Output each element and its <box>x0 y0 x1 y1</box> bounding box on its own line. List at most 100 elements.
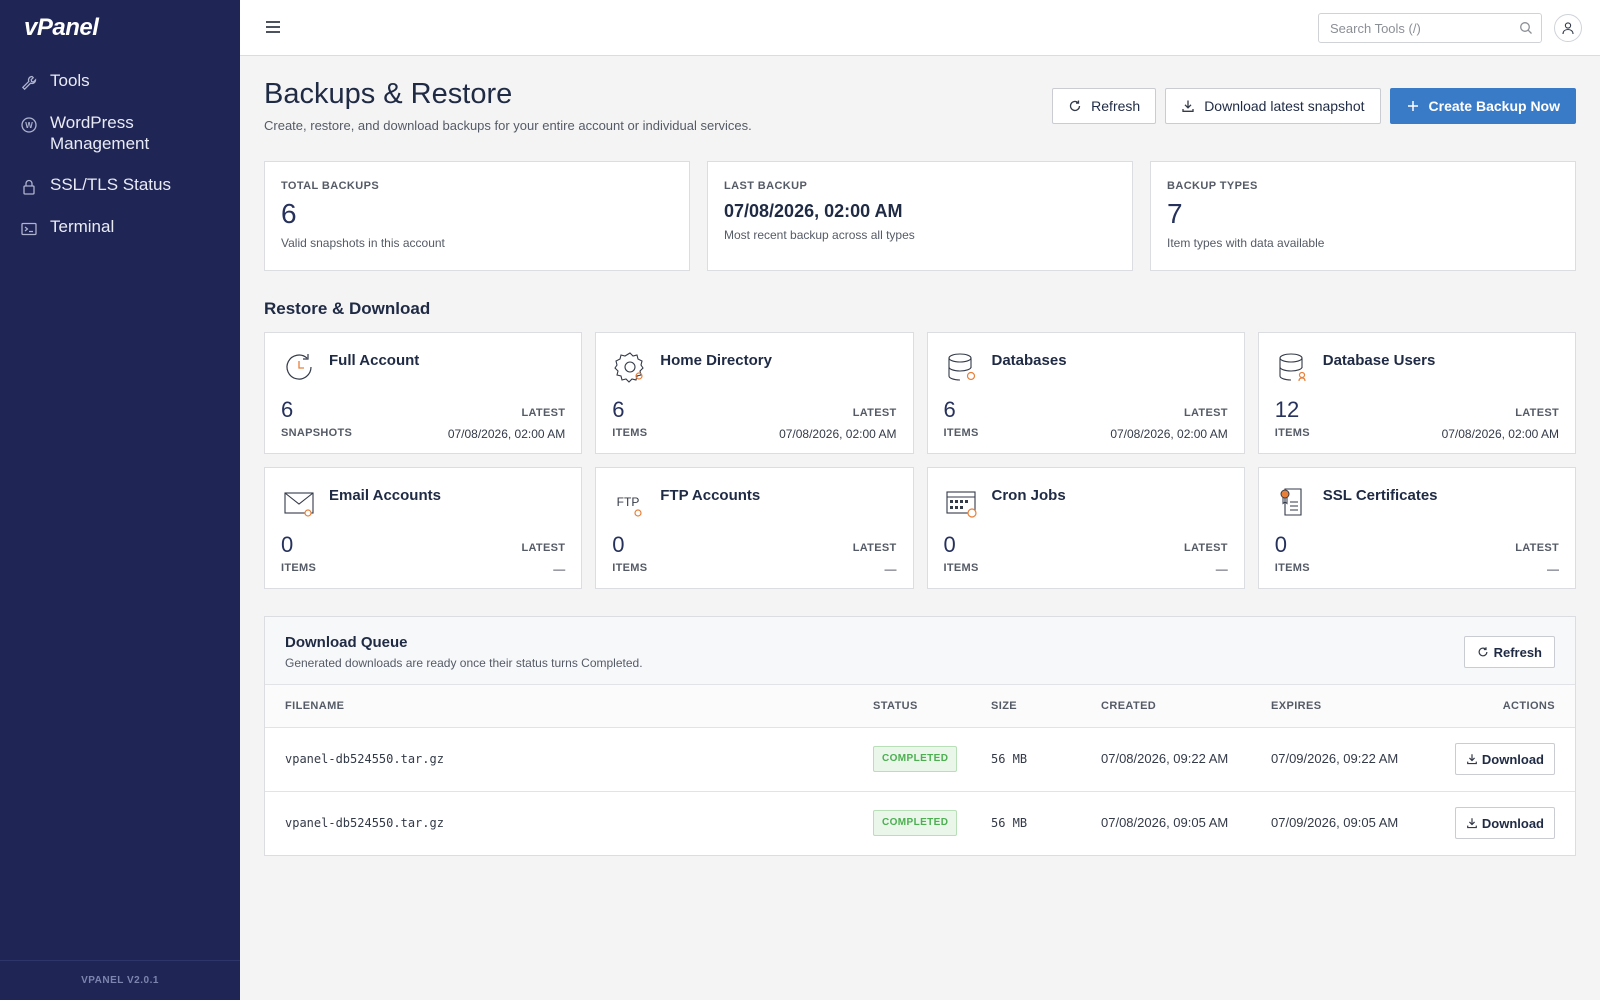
download-latest-snapshot-button[interactable]: Download latest snapshot <box>1165 88 1381 124</box>
restore-card-latest-label: LATEST <box>1183 407 1228 419</box>
stat-card-last-backup: LAST BACKUP 07/08/2026, 02:00 AM Most re… <box>707 161 1133 271</box>
restore-card-unit: ITEMS <box>943 427 979 439</box>
sidebar-item-terminal[interactable]: Terminal <box>0 210 240 244</box>
database-users-icon <box>1279 353 1306 382</box>
restore-card-ssl-certificates[interactable]: SSL Certificates 0 ITEMS LATEST — <box>1257 467 1576 589</box>
restore-card-home-directory[interactable]: Home Directory 6 ITEMS LATEST 07/08/2026… <box>595 332 914 454</box>
sidebar-item-label: Tools <box>50 71 90 90</box>
column-header-status[interactable]: STATUS <box>873 685 991 728</box>
column-header-created[interactable]: CREATED <box>1101 685 1271 728</box>
full-account-icon <box>286 354 312 380</box>
restore-card-unit: ITEMS <box>1274 562 1310 574</box>
download-queue-header: Download Queue Generated downloads are r… <box>265 617 1575 685</box>
search-icon[interactable] <box>1519 21 1533 35</box>
status-badge: COMPLETED <box>873 810 958 837</box>
restore-card-latest-label: LATEST <box>521 407 566 419</box>
sidebar-item-wordpress[interactable]: W WordPress Management <box>0 106 240 160</box>
restore-card-title: Home Directory <box>660 352 772 369</box>
app-version: VPANEL V2.0.1 <box>0 960 240 1000</box>
download-queue-title: Download Queue <box>285 634 408 651</box>
sidebar-item-label: SSL/TLS Status <box>50 175 171 194</box>
restore-card-latest-value: 07/08/2026, 02:00 AM <box>1110 427 1228 441</box>
restore-card-ftp-accounts[interactable]: FTP FTP Accounts 0 ITEMS LATEST — <box>595 467 914 589</box>
refresh-icon <box>1478 647 1488 657</box>
download-queue-subtitle: Generated downloads are ready once their… <box>285 656 643 670</box>
queue-refresh-button[interactable]: Refresh <box>1463 636 1555 668</box>
stat-description: Most recent backup across all types <box>724 228 915 242</box>
cell-size: 56 MB <box>991 816 1028 831</box>
restore-card-unit: SNAPSHOTS <box>281 427 353 439</box>
ftp-icon-text: FTP <box>617 495 640 509</box>
cell-created: 07/08/2026, 09:05 AM <box>1101 815 1229 831</box>
wordpress-icon: W <box>21 117 37 133</box>
download-button[interactable]: Download <box>1454 807 1555 840</box>
column-header-size[interactable]: SIZE <box>991 685 1101 728</box>
restore-card-count: 0 <box>281 532 294 557</box>
status-badge: COMPLETED <box>873 746 958 772</box>
column-header-expires[interactable]: EXPIRES <box>1271 685 1421 728</box>
restore-card-latest-label: LATEST <box>1515 542 1559 554</box>
table-row: vpanel-db524550.tar.gz COMPLETED 56 MB 0… <box>265 791 1575 855</box>
restore-card-latest-label: LATEST <box>521 542 566 554</box>
restore-card-count: 0 <box>1274 532 1287 557</box>
stat-label: LAST BACKUP <box>724 180 808 192</box>
download-button[interactable]: Download <box>1454 743 1555 775</box>
sidebar-item-ssl[interactable]: SSL/TLS Status <box>0 168 240 202</box>
user-avatar[interactable] <box>1554 14 1582 42</box>
wrench-icon <box>21 75 37 91</box>
restore-card-unit: ITEMS <box>943 562 979 574</box>
create-backup-button[interactable]: Create Backup Now <box>1389 88 1576 124</box>
stat-value: 7 <box>1167 198 1183 229</box>
cell-filename: vpanel-db524550.tar.gz <box>285 816 444 831</box>
download-queue-table: FILENAME STATUS SIZE CREATED EXPIRES ACT… <box>265 685 1575 855</box>
stat-value: 07/08/2026, 02:00 AM <box>724 201 903 221</box>
restore-grid: Full Account 6 SNAPSHOTS LATEST 07/08/20… <box>264 332 1576 589</box>
restore-card-count: 0 <box>943 532 956 557</box>
restore-card-full-account[interactable]: Full Account 6 SNAPSHOTS LATEST 07/08/20… <box>264 332 583 454</box>
search-input[interactable] <box>1319 14 1509 42</box>
cell-expires: 07/09/2026, 09:22 AM <box>1271 727 1421 792</box>
app-logo[interactable]: vPanel <box>24 14 99 42</box>
email-icon <box>284 492 314 517</box>
restore-card-database-users[interactable]: Database Users 12 ITEMS LATEST 07/08/202… <box>1257 332 1576 454</box>
download-icon <box>1467 754 1477 765</box>
refresh-label: Refresh <box>1091 98 1141 114</box>
restore-section-title: Restore & Download <box>264 299 431 318</box>
cell-size: 56 MB <box>991 727 1101 792</box>
cell-expires: 07/09/2026, 09:05 AM <box>1271 815 1399 831</box>
ftp-icon: FTP <box>617 495 642 517</box>
sidebar-item-label: WordPress Management <box>50 113 150 153</box>
restore-card-count: 0 <box>612 532 625 557</box>
restore-card-latest-value: — <box>884 562 897 576</box>
page-title: Backups & Restore <box>264 78 513 110</box>
stat-value: 6 <box>281 198 297 229</box>
search-box <box>1318 13 1542 43</box>
restore-card-email-accounts[interactable]: Email Accounts 0 ITEMS LATEST — <box>264 467 583 589</box>
column-header-filename[interactable]: FILENAME <box>265 685 873 728</box>
home-directory-icon <box>614 352 644 383</box>
restore-card-databases[interactable]: Databases 6 ITEMS LATEST 07/08/2026, 02:… <box>926 332 1245 454</box>
restore-card-cron-jobs[interactable]: Cron Jobs 0 ITEMS LATEST — <box>926 467 1245 589</box>
restore-card-title: SSL Certificates <box>1322 487 1438 504</box>
sidebar-item-label: Terminal <box>50 217 115 236</box>
column-header-actions: ACTIONS <box>1421 685 1575 728</box>
restore-card-latest-value: — <box>553 562 566 576</box>
sidebar-item-tools[interactable]: Tools <box>0 64 240 98</box>
refresh-button[interactable]: Refresh <box>1052 88 1157 124</box>
stat-card-total-backups: TOTAL BACKUPS 6 Valid snapshots in this … <box>264 161 690 271</box>
sidebar-nav: Tools W WordPress Management SSL/TLS Sta… <box>0 64 240 244</box>
refresh-icon <box>1070 100 1081 112</box>
restore-card-latest-value: 07/08/2026, 02:00 AM <box>1441 427 1559 441</box>
topbar <box>240 0 1600 56</box>
cell-filename: vpanel-db524550.tar.gz <box>265 727 873 792</box>
restore-card-latest-value: — <box>1215 562 1228 576</box>
database-icon <box>947 353 975 381</box>
cron-icon <box>945 491 977 518</box>
download-icon <box>1467 818 1477 829</box>
download-label: Download <box>1481 815 1544 831</box>
restore-card-count: 6 <box>281 397 294 422</box>
download-icon <box>1182 100 1194 112</box>
table-header-row: FILENAME STATUS SIZE CREATED EXPIRES ACT… <box>265 685 1575 728</box>
hamburger-menu-icon[interactable] <box>264 18 282 36</box>
restore-card-title: Database Users <box>1322 352 1436 369</box>
